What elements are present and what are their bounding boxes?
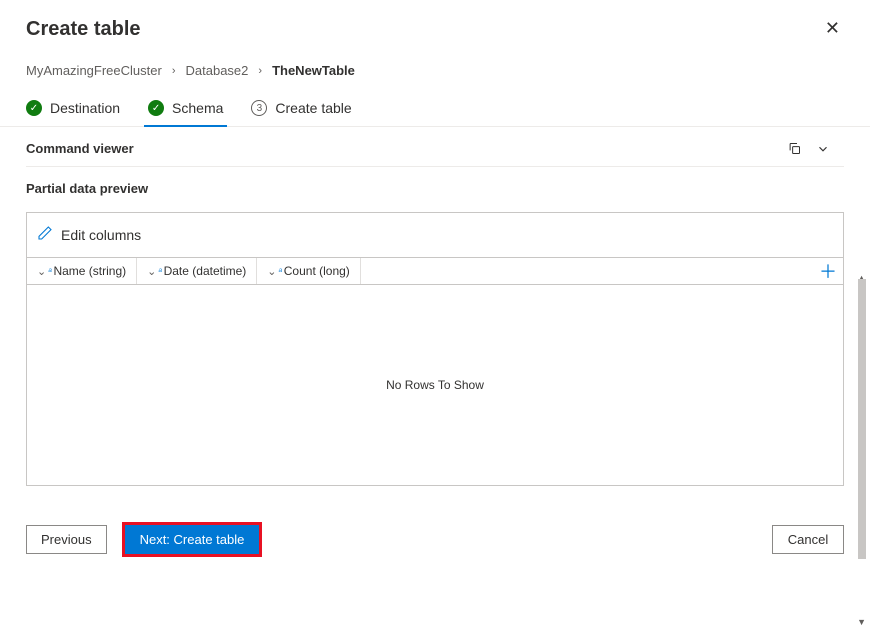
- step-schema[interactable]: ✓ Schema: [148, 100, 223, 126]
- column-label: Count (long): [284, 264, 350, 278]
- column-header[interactable]: ⌄ ᵃ Count (long): [257, 258, 361, 284]
- step-label: Destination: [50, 100, 120, 116]
- page-title: Create table: [26, 18, 141, 41]
- next-create-table-button[interactable]: Next: Create table: [125, 525, 260, 554]
- chevron-down-icon: ⌄: [37, 265, 46, 278]
- wizard-steps: ✓ Destination ✓ Schema 3 Create table: [0, 100, 870, 127]
- check-circle-icon: ✓: [148, 100, 164, 116]
- breadcrumb-item[interactable]: MyAmazingFreeCluster: [26, 63, 162, 78]
- previous-button[interactable]: Previous: [26, 525, 107, 554]
- grid-header: ⌄ ᵃ Name (string) ⌄ ᵃ Date (datetime) ⌄ …: [27, 258, 843, 285]
- footer: Previous Next: Create table Cancel: [26, 525, 844, 554]
- chevron-right-icon: ›: [172, 65, 176, 77]
- scrollbar[interactable]: [858, 279, 866, 609]
- breadcrumb-item[interactable]: Database2: [186, 63, 249, 78]
- column-label: Name (string): [53, 264, 126, 278]
- edit-columns-button[interactable]: Edit columns: [27, 213, 843, 258]
- command-viewer-title: Command viewer: [26, 141, 134, 156]
- chevron-down-icon[interactable]: [816, 142, 830, 156]
- step-destination[interactable]: ✓ Destination: [26, 100, 120, 126]
- pencil-icon: [37, 225, 53, 245]
- chevron-down-icon: ⌄: [267, 265, 276, 278]
- step-create-table[interactable]: 3 Create table: [251, 100, 351, 126]
- column-header[interactable]: ⌄ ᵃ Name (string): [27, 258, 137, 284]
- step-label: Schema: [172, 100, 223, 116]
- chevron-down-icon: ⌄: [147, 265, 156, 278]
- cancel-button[interactable]: Cancel: [772, 525, 844, 554]
- breadcrumb-item-current: TheNewTable: [272, 63, 355, 78]
- preview-title: Partial data preview: [26, 181, 844, 196]
- scroll-down-icon[interactable]: ▼: [857, 617, 866, 627]
- chevron-right-icon: ›: [258, 65, 262, 77]
- close-icon[interactable]: ✕: [821, 18, 844, 39]
- step-label: Create table: [275, 100, 351, 116]
- edit-columns-label: Edit columns: [61, 227, 141, 243]
- check-circle-icon: ✓: [26, 100, 42, 116]
- type-icon: ᵃ: [279, 266, 282, 276]
- preview-box: Edit columns ⌄ ᵃ Name (string) ⌄ ᵃ Date …: [26, 212, 844, 486]
- type-icon: ᵃ: [158, 266, 161, 276]
- scrollbar-thumb[interactable]: [858, 279, 866, 559]
- breadcrumb: MyAmazingFreeCluster › Database2 › TheNe…: [26, 63, 844, 78]
- copy-icon[interactable]: [787, 141, 802, 156]
- column-label: Date (datetime): [164, 264, 247, 278]
- column-header[interactable]: ⌄ ᵃ Date (datetime): [137, 258, 257, 284]
- empty-message: No Rows To Show: [386, 378, 484, 392]
- type-icon: ᵃ: [48, 266, 51, 276]
- step-number-icon: 3: [251, 100, 267, 116]
- grid-body: No Rows To Show: [27, 285, 843, 485]
- add-column-icon[interactable]: ＋: [819, 258, 837, 284]
